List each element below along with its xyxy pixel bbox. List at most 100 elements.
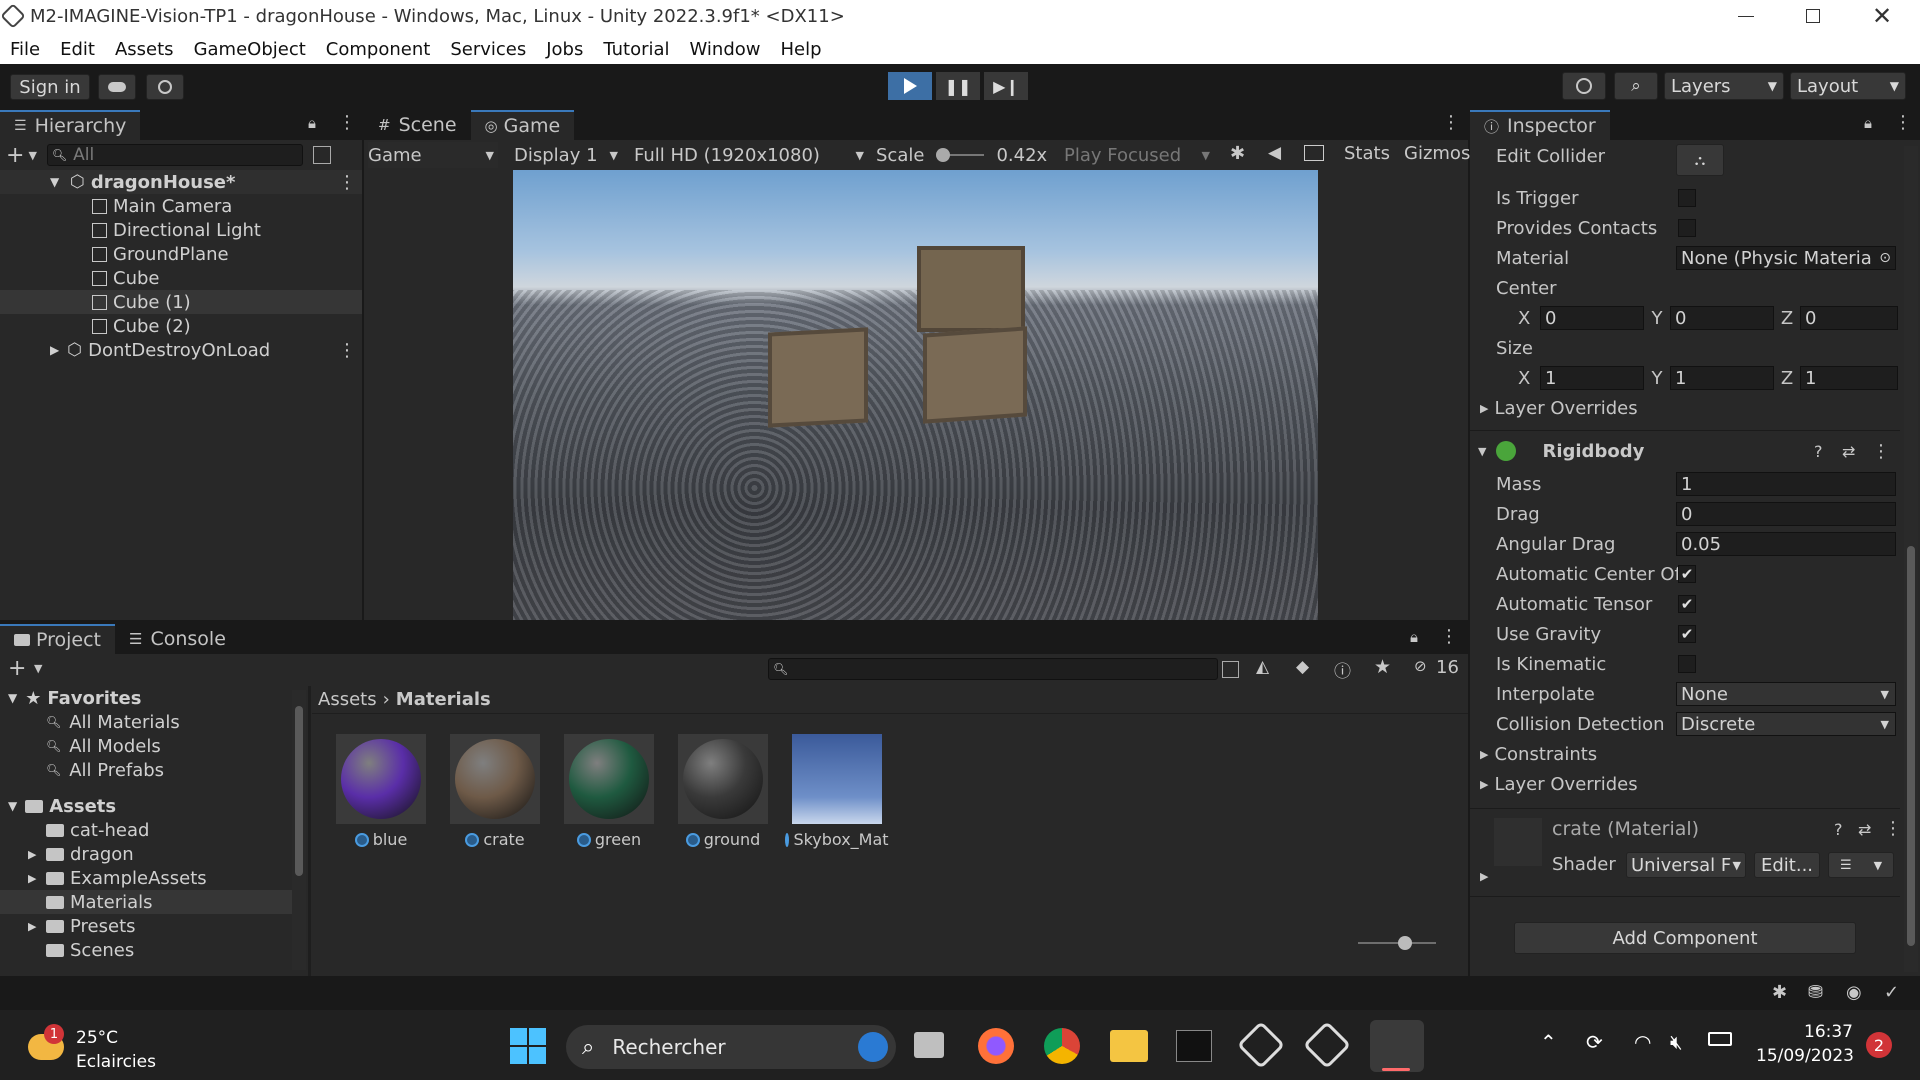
layers-dropdown[interactable]: Layers ▼ <box>1664 72 1784 100</box>
tab-game[interactable]: ◎ Game <box>470 110 575 140</box>
add-component-button[interactable]: Add Component <box>1514 922 1856 954</box>
shader-edit-button[interactable]: Edit... <box>1754 852 1820 878</box>
physic-material-field[interactable]: None (Physic Materia ⊙ <box>1676 246 1896 270</box>
hierarchy-item[interactable]: Main Camera <box>0 194 362 218</box>
lock-icon[interactable]: 🔒︎ <box>1410 628 1418 646</box>
expand-down-icon[interactable]: ▼ <box>8 799 17 813</box>
terminal-icon[interactable] <box>1176 1030 1212 1062</box>
menu-item-window[interactable]: Window <box>690 39 761 60</box>
mass-field[interactable]: 1 <box>1676 472 1896 496</box>
tab-hierarchy[interactable]: ☰ Hierarchy <box>0 110 141 140</box>
display-dropdown[interactable]: Display 1 ▼ <box>508 142 618 168</box>
type-filter-icon[interactable]: ◭ <box>1256 657 1269 677</box>
collision-dropdown[interactable]: Discrete ▼ <box>1676 712 1896 736</box>
expand-right-icon[interactable]: ▶ <box>28 872 46 885</box>
inspector-scrollbar[interactable] <box>1904 146 1918 972</box>
tab-scene[interactable]: # Scene <box>364 110 471 140</box>
asset-folder[interactable]: Scenes <box>0 938 292 962</box>
scroll-thumb[interactable] <box>295 706 303 876</box>
is-kinematic-checkbox[interactable] <box>1678 655 1696 673</box>
expand-right-icon[interactable]: ▶ <box>28 920 46 933</box>
menu-item-assets[interactable]: Assets <box>115 39 174 60</box>
audio-icon[interactable]: ◀ <box>1268 143 1281 163</box>
is-trigger-checkbox[interactable] <box>1678 189 1696 207</box>
assets-row[interactable]: ▼ Assets <box>0 794 292 818</box>
hierarchy-item[interactable]: Cube <box>0 266 362 290</box>
chevron-up-icon[interactable]: ⌃ <box>1540 1030 1557 1054</box>
task-view-icon[interactable] <box>914 1032 944 1058</box>
more-icon[interactable]: ⋮ <box>338 340 356 361</box>
auto-tensor-checkbox[interactable]: ✔ <box>1678 595 1696 613</box>
expand-right-icon[interactable]: ▶ <box>28 848 46 861</box>
hierarchy-item[interactable]: Directional Light <box>0 218 362 242</box>
play-focused-dropdown[interactable]: Play Focused ▼ <box>1060 142 1210 168</box>
more-icon[interactable]: ⋮ <box>1442 112 1460 133</box>
bug-icon[interactable]: ✱ <box>1230 143 1245 164</box>
view-mode-dropdown[interactable]: Game ▼ <box>368 142 498 168</box>
slider-thumb[interactable] <box>1398 936 1412 950</box>
size-z-field[interactable]: 1 <box>1800 366 1898 390</box>
label-filter-icon[interactable]: ◆ <box>1296 657 1309 677</box>
material-asset[interactable]: Skybox_Mat <box>785 734 892 849</box>
notification-badge[interactable]: 2 <box>1866 1032 1892 1058</box>
hierarchy-item[interactable]: GroundPlane <box>0 242 362 266</box>
more-icon[interactable]: ⋮ <box>338 112 356 133</box>
material-asset[interactable]: crate <box>450 734 550 849</box>
menu-item-tutorial[interactable]: Tutorial <box>603 39 669 60</box>
scene-row[interactable]: ▼ ⬡ dragonHouse* ⋮ <box>0 170 362 194</box>
favorites-row[interactable]: ▼ ★ Favorites <box>0 686 292 710</box>
breadcrumb-materials[interactable]: Materials <box>396 689 491 710</box>
scale-control[interactable]: Scale 0.42x <box>876 142 1056 168</box>
hierarchy-item[interactable]: Cube (2) <box>0 314 362 338</box>
add-icon[interactable]: + <box>6 143 24 168</box>
search-button[interactable]: ⌕ <box>1614 72 1658 100</box>
menu-item-component[interactable]: Component <box>326 39 431 60</box>
check-icon[interactable]: ✓ <box>1884 982 1899 1003</box>
shader-options-dropdown[interactable]: ☰ ▼ <box>1828 852 1894 878</box>
maximize-button[interactable] <box>1806 9 1820 23</box>
file-explorer-icon[interactable] <box>1110 1030 1148 1062</box>
menu-item-gameobject[interactable]: GameObject <box>194 39 306 60</box>
layer-overrides-foldout[interactable]: ▶ Layer Overrides <box>1480 398 1638 419</box>
firefox-icon[interactable] <box>978 1028 1014 1064</box>
layer-overrides-foldout-2[interactable]: ▶ Layer Overrides <box>1480 774 1638 795</box>
hierarchy-search-input[interactable]: 🔍︎ All <box>46 144 303 166</box>
material-asset[interactable]: green <box>564 734 664 849</box>
breadcrumb-assets[interactable]: Assets <box>318 689 377 710</box>
size-y-field[interactable]: 1 <box>1670 366 1774 390</box>
pause-button[interactable]: ❚❚ <box>936 72 980 100</box>
scale-slider[interactable] <box>936 148 985 162</box>
sign-in-button[interactable]: Sign in <box>10 74 90 100</box>
drag-field[interactable]: 0 <box>1676 502 1896 526</box>
tab-console[interactable]: ☰ Console <box>115 624 240 654</box>
more-icon[interactable]: ⋮ <box>1872 441 1890 462</box>
menu-item-edit[interactable]: Edit <box>60 39 95 60</box>
auto-center-checkbox[interactable]: ✔ <box>1678 565 1696 583</box>
asset-folder[interactable]: Materials <box>0 890 292 914</box>
cloud-button[interactable] <box>98 74 136 100</box>
favorite-item[interactable]: 🔍︎ All Materials <box>0 710 292 734</box>
use-gravity-checkbox[interactable]: ✔ <box>1678 625 1696 643</box>
chevron-down-icon[interactable]: ▼ <box>34 662 42 675</box>
object-picker-icon[interactable]: ⊙ <box>1879 250 1891 266</box>
size-x-field[interactable]: 1 <box>1540 366 1644 390</box>
gizmos-button[interactable]: Gizmos <box>1404 143 1470 164</box>
material-asset[interactable]: blue <box>336 734 436 849</box>
zoom-slider[interactable] <box>1358 936 1436 950</box>
preset-icon[interactable]: ⇄ <box>1842 442 1855 461</box>
play-button[interactable] <box>888 72 932 100</box>
taskbar-search-box[interactable]: ⌕ Rechercher <box>566 1025 896 1069</box>
angular-drag-field[interactable]: 0.05 <box>1676 532 1896 556</box>
hidden-icon[interactable]: ⊘ <box>1414 657 1427 675</box>
search-scope-icon[interactable] <box>1222 661 1239 678</box>
search-scope-icon[interactable] <box>312 146 331 164</box>
star-icon[interactable]: ★ <box>1374 656 1391 678</box>
unity-hub-icon[interactable] <box>1236 1020 1286 1070</box>
windows-start-icon[interactable] <box>510 1028 546 1064</box>
dont-destroy-row[interactable]: ▶ ⬡ DontDestroyOnLoad ⋮ <box>0 338 362 362</box>
help-icon[interactable]: ? <box>1814 442 1823 461</box>
tab-project[interactable]: Project <box>0 624 116 654</box>
warning-filter-icon[interactable]: ⓘ <box>1334 657 1351 682</box>
clock-date[interactable]: 15/09/2023 <box>1756 1046 1854 1066</box>
expand-down-icon[interactable]: ▼ <box>8 691 17 705</box>
